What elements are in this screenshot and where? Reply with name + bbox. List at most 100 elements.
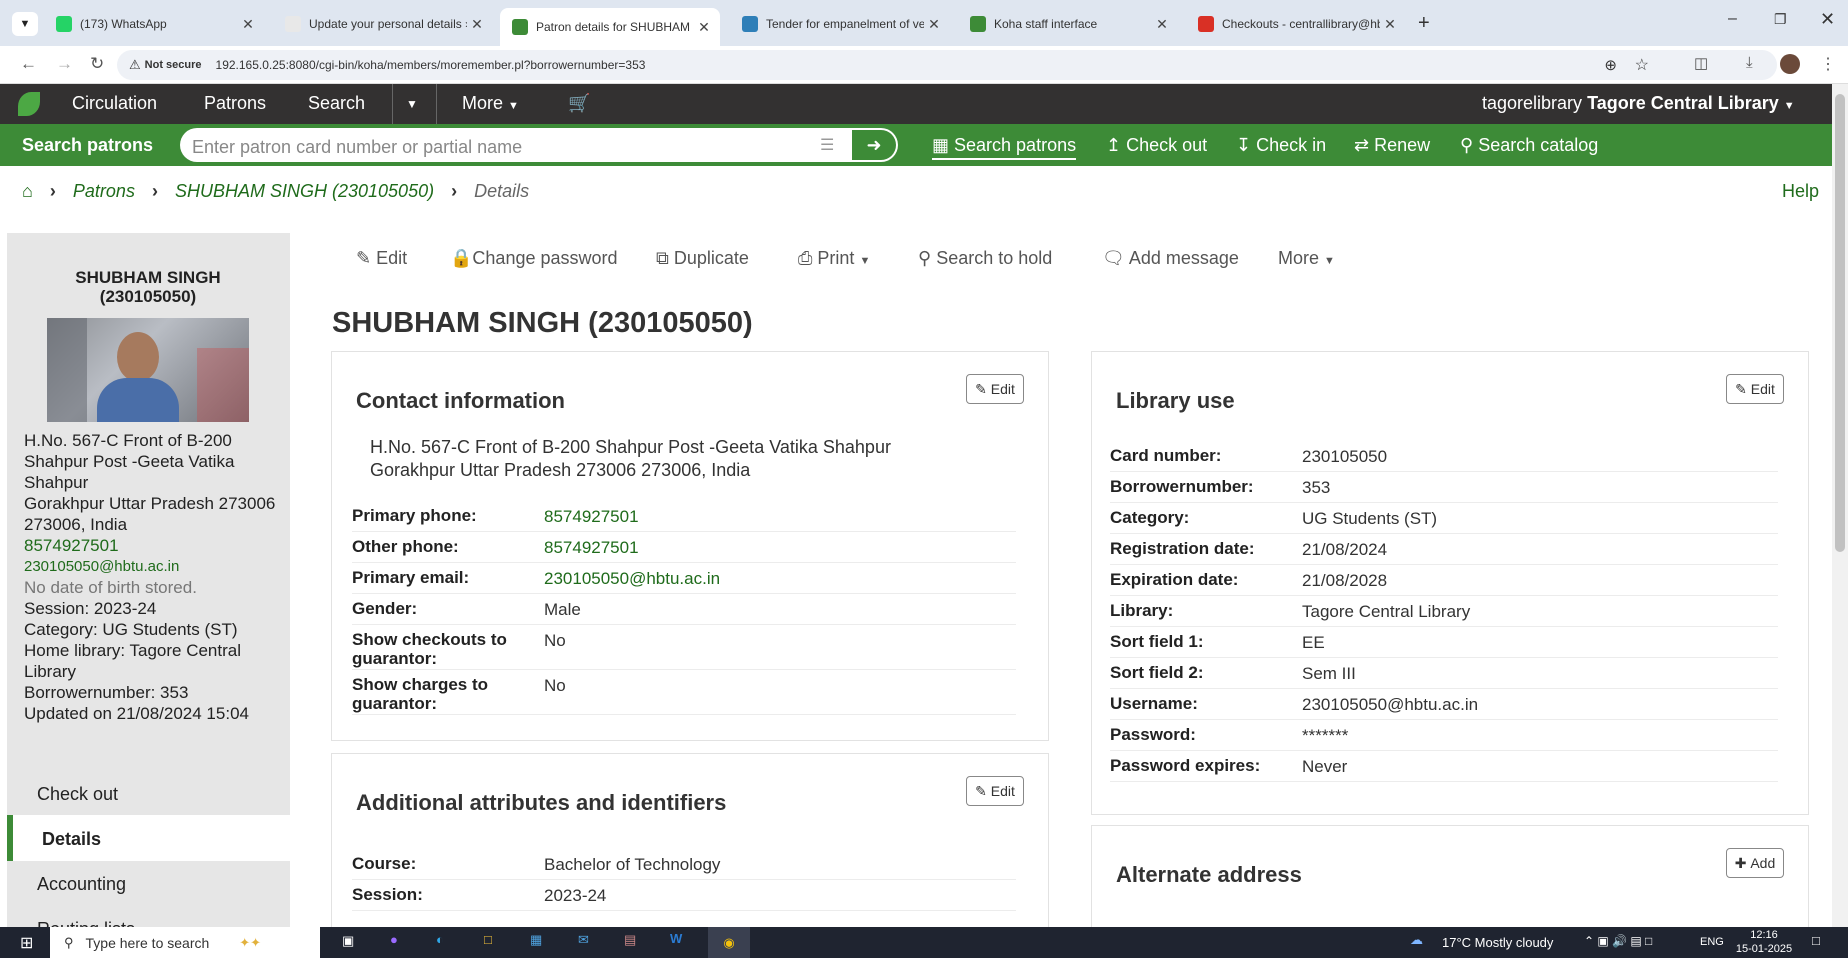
search-to-hold-button[interactable]: ⚲ Search to hold bbox=[918, 248, 1052, 269]
patron-summary-line[interactable]: 230105050@hbtu.ac.in bbox=[24, 556, 289, 577]
browser-tab[interactable]: Tender for empanelment of ven ✕ bbox=[730, 8, 950, 40]
checkin-label: Check in bbox=[1256, 135, 1327, 155]
security-label[interactable]: Not secure bbox=[145, 59, 202, 71]
download-icon[interactable]: ⤓ bbox=[1746, 54, 1753, 71]
checkin-link[interactable]: ↧ Check in bbox=[1236, 135, 1326, 156]
checkout-link[interactable]: ↥ Check out bbox=[1106, 135, 1207, 156]
detail-value: 21/08/2024 bbox=[1302, 540, 1388, 559]
nav-patrons[interactable]: Patrons bbox=[204, 93, 266, 114]
contact-edit-button[interactable]: ✎ Edit bbox=[966, 374, 1024, 404]
patron-photo[interactable] bbox=[47, 318, 249, 422]
browser-menu-icon[interactable]: ⋮ bbox=[1820, 54, 1836, 74]
reload-icon[interactable]: ↻ bbox=[90, 54, 104, 74]
change-password-button[interactable]: 🔒Change password bbox=[450, 248, 618, 269]
notifications-icon[interactable]: □ bbox=[1812, 933, 1820, 948]
omnibox[interactable]: ⚠ Not secure 192.165.0.25:8080/cgi-bin/k… bbox=[117, 50, 1777, 80]
file-explorer-icon[interactable]: □ bbox=[484, 932, 492, 947]
detail-value[interactable]: 230105050@hbtu.ac.in bbox=[544, 564, 720, 593]
restore-button[interactable]: ❐ bbox=[1774, 11, 1787, 28]
browser-tab[interactable]: (173) WhatsApp ✕ bbox=[44, 8, 264, 40]
close-tab-icon[interactable]: ✕ bbox=[1152, 16, 1172, 33]
clock[interactable]: 12:16 15-01-2025 bbox=[1734, 928, 1794, 956]
store-icon[interactable]: ▦ bbox=[530, 932, 542, 948]
page-scrollbar[interactable] bbox=[1832, 84, 1848, 927]
attributes-edit-button[interactable]: ✎ Edit bbox=[966, 776, 1024, 806]
minimize-button[interactable]: – bbox=[1728, 10, 1737, 28]
close-tab-icon[interactable]: ✕ bbox=[694, 19, 714, 36]
back-icon[interactable]: ← bbox=[20, 54, 37, 74]
close-tab-icon[interactable]: ✕ bbox=[238, 16, 258, 33]
warning-icon[interactable]: ⚠ bbox=[129, 57, 141, 73]
edge-icon[interactable]: ◐ bbox=[436, 932, 444, 947]
browser-tab[interactable]: Patron details for SHUBHAM SI ✕ bbox=[500, 8, 720, 46]
weather-icon[interactable]: ☁ bbox=[1410, 932, 1423, 948]
detail-label: Registration date: bbox=[1110, 539, 1255, 558]
alternate-add-button[interactable]: ✚ Add bbox=[1726, 848, 1784, 878]
tray-icons[interactable]: ⌃ ▣ 🔊 ▤ □ bbox=[1584, 934, 1652, 948]
sidebar-item-details[interactable]: Details bbox=[7, 815, 290, 861]
windows-start-icon[interactable]: ⊞ bbox=[20, 933, 33, 953]
patron-summary-line: H.No. 567-C Front of B-200 Shahpur Post … bbox=[24, 431, 235, 492]
new-tab-button[interactable]: + bbox=[1418, 12, 1430, 35]
cart-icon[interactable]: 🛒 bbox=[568, 93, 590, 114]
close-tab-icon[interactable]: ✕ bbox=[1380, 16, 1400, 33]
weather-text[interactable]: 17°C Mostly cloudy bbox=[1442, 935, 1553, 950]
koha-logo[interactable] bbox=[18, 92, 40, 116]
change-password-label: Change password bbox=[472, 248, 618, 268]
print-button[interactable]: ⎙ Print ▼ bbox=[798, 248, 870, 269]
sidebar-item-checkout[interactable]: Check out bbox=[7, 770, 290, 816]
add-message-label: Add message bbox=[1128, 248, 1239, 268]
tab-list-button[interactable]: ▼ bbox=[12, 12, 38, 36]
breadcrumb-patron[interactable]: SHUBHAM SINGH (230105050) bbox=[175, 181, 434, 201]
nav-more[interactable]: More ▼ bbox=[462, 93, 519, 114]
library-use-edit-button[interactable]: ✎ Edit bbox=[1726, 374, 1784, 404]
patron-summary-line[interactable]: 8574927501 bbox=[24, 535, 289, 556]
word-icon[interactable]: W bbox=[670, 931, 682, 946]
duplicate-button[interactable]: ⧉ Duplicate bbox=[656, 248, 749, 269]
patron-search-input[interactable]: Enter patron card number or partial name bbox=[180, 128, 852, 162]
edit-button[interactable]: ✎ Edit bbox=[356, 248, 407, 269]
zoom-icon[interactable]: ⊕ bbox=[1604, 56, 1617, 74]
logged-in-user[interactable]: tagorelibrary Tagore Central Library ▼ bbox=[1482, 93, 1795, 114]
copilot-icon[interactable]: ● bbox=[390, 932, 398, 947]
browser-tab[interactable]: Koha staff interface ✕ bbox=[958, 8, 1178, 40]
chrome-icon[interactable]: ◉ bbox=[708, 927, 750, 958]
extensions-icon[interactable]: ◫ bbox=[1694, 54, 1708, 72]
add-message-button[interactable]: 🗨 Add message bbox=[1102, 248, 1239, 269]
search-dropdown-chevron-icon[interactable]: ▼ bbox=[406, 97, 418, 111]
search-catalog-link[interactable]: ⚲ Search catalog bbox=[1460, 135, 1598, 156]
close-tab-icon[interactable]: ✕ bbox=[467, 16, 487, 33]
scrollbar-thumb[interactable] bbox=[1835, 94, 1845, 552]
detail-value: 2023-24 bbox=[544, 886, 607, 905]
nav-circulation[interactable]: Circulation bbox=[72, 93, 157, 114]
detail-value[interactable]: 8574927501 bbox=[544, 533, 639, 562]
detail-value[interactable]: 8574927501 bbox=[544, 502, 639, 531]
forward-icon[interactable]: → bbox=[56, 54, 73, 74]
task-view-icon[interactable]: ▣ bbox=[342, 933, 354, 949]
close-window-button[interactable]: ✕ bbox=[1820, 9, 1835, 30]
winrar-icon[interactable]: ▤ bbox=[624, 932, 636, 948]
renew-label: Renew bbox=[1374, 135, 1431, 155]
language-indicator[interactable]: ENG bbox=[1700, 936, 1724, 948]
mail-icon[interactable]: ✉ bbox=[578, 932, 589, 948]
renew-link[interactable]: ⇄ Renew bbox=[1354, 135, 1430, 156]
search-patrons-link[interactable]: ▦ Search patrons bbox=[932, 135, 1077, 160]
filter-options-icon[interactable]: ☰ bbox=[820, 135, 834, 155]
submit-search-button[interactable]: ➜ bbox=[852, 128, 898, 162]
bookmark-star-icon[interactable]: ☆ bbox=[1635, 55, 1649, 75]
home-icon[interactable]: ⌂ bbox=[22, 181, 33, 201]
breadcrumb-patrons[interactable]: Patrons bbox=[73, 181, 135, 201]
nav-search[interactable]: Search bbox=[308, 93, 365, 114]
taskbar-search[interactable]: ⚲ Type here to search ✦✦ bbox=[50, 927, 320, 958]
browser-tab[interactable]: Checkouts - centrallibrary@hbt ✕ bbox=[1186, 8, 1406, 40]
url-text[interactable]: 192.165.0.25:8080/cgi-bin/koha/members/m… bbox=[216, 58, 646, 72]
profile-avatar[interactable] bbox=[1780, 54, 1800, 74]
detail-row: Card number: 230105050 bbox=[1110, 442, 1778, 472]
detail-row: Category: UG Students (ST) bbox=[1110, 504, 1778, 534]
sidebar-item-accounting[interactable]: Accounting bbox=[7, 860, 290, 906]
help-link[interactable]: Help bbox=[1782, 181, 1819, 202]
close-tab-icon[interactable]: ✕ bbox=[924, 16, 944, 33]
more-button[interactable]: More ▼ bbox=[1278, 248, 1335, 269]
search-patrons-tab[interactable]: Search patrons bbox=[22, 135, 153, 156]
browser-tab[interactable]: Update your personal details › K ✕ bbox=[273, 8, 493, 40]
